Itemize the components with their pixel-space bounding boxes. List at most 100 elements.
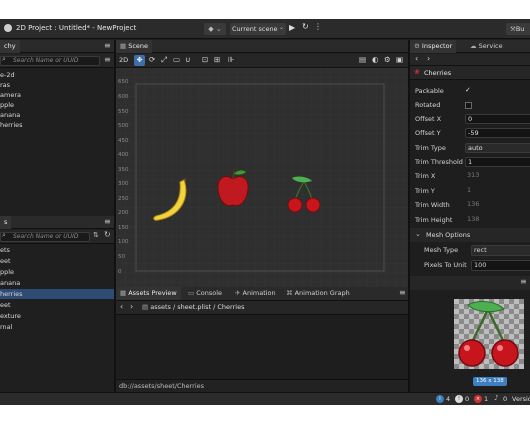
forward-icon[interactable]: › (427, 54, 430, 63)
build-button[interactable]: ⚒Bu (506, 23, 530, 35)
editor-window: 2D Project : Untitled* - NewProject ◆ ⌄ … (0, 19, 530, 405)
prop-label: Rotated (415, 101, 441, 109)
tab-hierarchy[interactable]: chy (0, 40, 20, 53)
window-title: 2D Project : Untitled* - NewProject (16, 24, 137, 32)
bell-icon[interactable]: ♪ (494, 394, 498, 402)
pivot-icon[interactable]: ⊡ (202, 55, 208, 64)
breadcrumb-item[interactable]: sheet.plist (177, 303, 211, 311)
assets-search-input[interactable]: Search Name or UUID (0, 232, 90, 242)
visibility-icon[interactable]: ◐ (372, 55, 379, 64)
offset-x-input[interactable]: 0 (465, 114, 530, 124)
error-icon[interactable]: × (474, 395, 482, 403)
assets-tabbar: s ≡ (0, 216, 114, 229)
tab-service[interactable]: ☁ Service (466, 40, 507, 53)
splitter[interactable] (408, 40, 410, 392)
back-icon[interactable]: ‹ (120, 302, 123, 311)
platform-selector[interactable]: ◆ ⌄ (204, 23, 226, 35)
tree-item-label: herries (0, 290, 23, 298)
tree-item[interactable]: eet (0, 300, 114, 310)
warning-icon[interactable]: ! (455, 395, 463, 403)
menu-icon[interactable]: ≡ (520, 277, 527, 286)
back-icon[interactable]: ‹ (415, 54, 418, 63)
breadcrumb-bar: ‹ › ▤ assets / sheet.plist / Cherries (116, 301, 408, 315)
mesh-options-header[interactable]: ⌄ Mesh Options (410, 228, 530, 242)
version-label[interactable]: Versio (512, 395, 530, 403)
y-tick: 600 (118, 94, 129, 100)
scene-selector[interactable]: Current scene (230, 23, 286, 35)
error-count: 1 (484, 395, 489, 403)
cherries-sprite[interactable] (286, 175, 322, 213)
packable-checkbox[interactable]: ✓ (465, 86, 471, 94)
tree-item-label: ras (0, 81, 11, 89)
tab-scene[interactable]: ▦ Scene (116, 40, 153, 53)
apple-sprite[interactable] (216, 169, 250, 209)
hierarchy-tabbar: chy ≡ (0, 40, 114, 53)
rect-tool-icon[interactable]: ▭ (173, 55, 180, 64)
info-icon[interactable]: i (436, 395, 444, 403)
forward-icon[interactable]: › (130, 302, 133, 311)
hierarchy-search-input[interactable]: Search Name or UUID (0, 56, 100, 66)
play-icon[interactable]: ▶ (289, 23, 295, 32)
list-icon[interactable]: ≡ (104, 55, 111, 64)
tree-item[interactable]: anana (0, 278, 114, 288)
menu-icon[interactable]: ≡ (399, 288, 406, 297)
menu-icon[interactable]: ≡ (104, 41, 111, 50)
tab-animation[interactable]: ✈ Animation (231, 287, 280, 300)
tree-item[interactable]: rnal (0, 322, 114, 332)
tab-assets[interactable]: s (0, 216, 12, 229)
prop-label: Trim Y (415, 187, 435, 195)
tree-item[interactable]: pple (0, 267, 114, 277)
tab-console[interactable]: ▭ Console (184, 287, 226, 300)
tree-item[interactable]: ets (0, 245, 114, 255)
tab-inspector[interactable]: ⚙ Inspector (410, 40, 457, 53)
y-tick: 200 (118, 210, 129, 216)
tree-item[interactable]: anana (0, 110, 114, 120)
tab-animation-graph[interactable]: ⌘ Animation Graph (282, 287, 354, 300)
search-icon: ⌕ (2, 231, 6, 239)
tab-label: Assets Preview (128, 289, 177, 297)
more-vertical-icon[interactable]: ⋮ (314, 22, 322, 31)
inspector-tabbar: ⚙ Inspector ☁ Service (410, 40, 530, 53)
rotate-tool-icon[interactable]: ⟳ (149, 55, 155, 64)
cherries-icon: ❀ (414, 68, 420, 76)
tree-item[interactable]: amera (0, 90, 114, 100)
mode-2d-toggle[interactable]: 2D (119, 56, 128, 64)
menu-icon[interactable]: ≡ (104, 217, 111, 226)
rotated-checkbox[interactable] (465, 102, 472, 109)
breadcrumb-item[interactable]: Cherries (217, 303, 244, 311)
app-logo-icon (4, 24, 12, 32)
y-tick: 50 (118, 254, 125, 260)
title-bar: 2D Project : Untitled* - NewProject ◆ ⌄ … (0, 19, 530, 39)
scale-tool-icon[interactable]: ⤢ (161, 55, 167, 65)
tree-item[interactable]: herries (0, 120, 114, 130)
pixels-to-unit-input[interactable]: 100 (471, 260, 530, 271)
scene-viewport[interactable] (116, 68, 408, 300)
snap-icon[interactable]: ⊪ (228, 55, 235, 64)
tree-item[interactable]: eet (0, 256, 114, 266)
layers-icon[interactable]: ▤ (359, 55, 366, 64)
tree-item[interactable]: pple (0, 100, 114, 110)
tree-item[interactable]: exture (0, 311, 114, 321)
camera-icon[interactable]: ▣ (396, 55, 403, 64)
move-tool-icon[interactable]: ✥ (134, 55, 145, 66)
refresh-icon[interactable]: ↻ (302, 22, 309, 31)
sort-icon[interactable]: ⇅ (93, 231, 99, 239)
tree-item-selected[interactable]: herries (0, 289, 114, 299)
mesh-type-select[interactable]: rect (471, 245, 530, 256)
banana-sprite[interactable] (150, 178, 192, 224)
y-tick: 0 (118, 269, 122, 275)
offset-y-input[interactable]: -59 (465, 128, 530, 138)
breadcrumb-item[interactable]: assets (150, 303, 171, 311)
tree-item[interactable]: e-2d (0, 70, 114, 80)
trim-type-select[interactable]: auto (465, 143, 530, 153)
magnet-icon[interactable]: ∪ (185, 55, 191, 64)
global-icon[interactable]: ⊞ (214, 55, 220, 64)
trim-threshold-input[interactable]: 1 (465, 157, 530, 167)
chevron-down-icon: ⌄ (279, 24, 285, 31)
gear-icon[interactable]: ⚙ (384, 55, 391, 64)
refresh-icon[interactable]: ↻ (104, 230, 111, 239)
tree-item-label: pple (0, 268, 15, 276)
tree-item[interactable]: ras (0, 80, 114, 90)
console-icon: ▭ (188, 289, 197, 297)
tab-assets-preview[interactable]: ▦ Assets Preview (116, 287, 181, 300)
